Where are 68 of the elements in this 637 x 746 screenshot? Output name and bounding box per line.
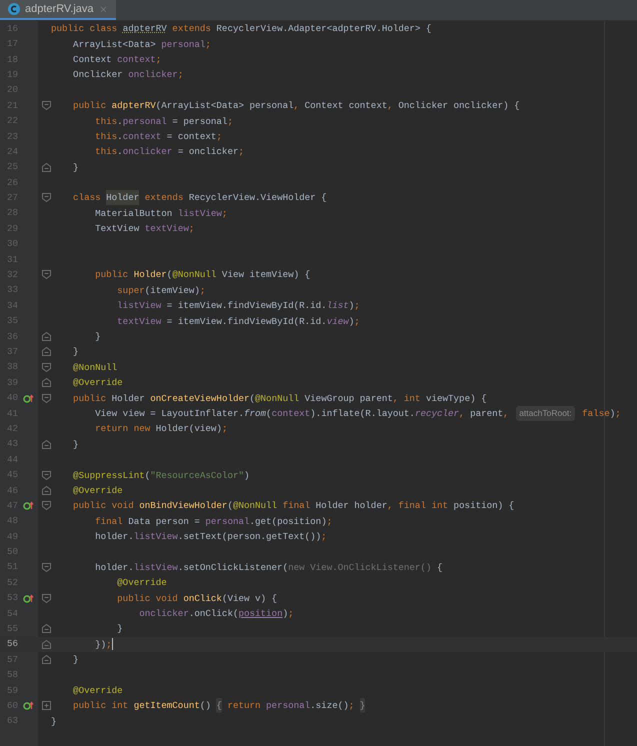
fold-start-icon[interactable] (42, 362, 51, 372)
close-icon[interactable] (98, 4, 108, 14)
fold-end-icon[interactable] (42, 640, 51, 649)
fold-start-icon[interactable] (42, 562, 51, 572)
fold-end-icon[interactable] (42, 486, 51, 495)
fold-start-icon[interactable] (42, 501, 51, 510)
override-marker-icon[interactable] (23, 594, 34, 603)
fold-start-icon[interactable] (42, 394, 51, 403)
code-text: public Holder(@NonNull View itemView) { (94, 268, 310, 282)
code-text: holder.listView.setText(person.getText()); (94, 530, 327, 544)
code-text: @Override (72, 376, 123, 390)
file-tab[interactable]: adpterRV.java (0, 0, 116, 20)
code-text: Context context; (72, 52, 162, 67)
code-text: ArrayList<Data> personal; (72, 38, 211, 52)
fold-end-icon[interactable] (42, 162, 51, 172)
code-text: class Holder extends RecyclerView.ViewHolder { (72, 190, 327, 206)
code-text: listView = itemView.findViewById(R.id.list); (116, 299, 360, 314)
override-marker-icon[interactable] (23, 501, 34, 510)
fold-end-icon[interactable] (42, 655, 51, 664)
code-text: @Override (72, 684, 123, 698)
fold-start-icon[interactable] (42, 193, 51, 202)
code-text: textView = itemView.findViewById(R.id.view); (116, 314, 360, 329)
text-caret (112, 638, 113, 650)
fold-start-icon[interactable] (42, 470, 51, 480)
fold-start-icon[interactable] (42, 270, 51, 280)
code-text: this.context = context; (94, 130, 222, 144)
code-text: holder.listView.setOnClickListener(new View.OnClickListener() { (94, 560, 442, 575)
code-text: } (94, 330, 101, 344)
code-text: @Override (72, 484, 123, 498)
code-text: this.personal = personal; (94, 114, 233, 129)
code-text: final Data person = personal.get(position); (94, 514, 332, 529)
code-text: } (51, 714, 57, 729)
code-text: public void onClick(View v) { (116, 592, 278, 606)
fold-end-icon[interactable] (42, 440, 51, 449)
code-text: }); (94, 637, 113, 652)
code-text: MaterialButton listView; (94, 206, 228, 221)
code-text: } (72, 438, 79, 452)
fold-expand-icon[interactable] (42, 701, 51, 710)
code-text: public Holder onCreateViewHolder(@NonNull ViewGroup parent, int viewType) { (72, 392, 487, 406)
fold-start-icon[interactable] (42, 101, 51, 110)
code-text: return new Holder(view); (94, 422, 228, 436)
code-text: public adpterRV(ArrayList<Data> personal, Context context, Onclicker onclicker) { (72, 99, 520, 114)
code-text: @NonNull (72, 360, 118, 375)
code-text: public class adpterRV extends RecyclerView.Adapter<adpterRV.Holder> { (51, 22, 432, 36)
fold-end-icon[interactable] (42, 332, 51, 341)
code-text: TextView textView; (94, 222, 194, 236)
code-text: super(itemView); (116, 284, 206, 298)
fold-end-icon[interactable] (42, 624, 51, 634)
fold-start-icon[interactable] (42, 594, 51, 603)
code-text: public void onBindViewHolder(@NonNull final Holder holder, final int position) { (72, 499, 514, 514)
code-text: } (72, 345, 79, 360)
java-class-icon (8, 3, 20, 15)
code-text: } (72, 160, 79, 175)
tab-title: adpterRV.java (25, 2, 94, 17)
code-text: onclicker.onClick(position); (138, 607, 294, 622)
code-text: } (116, 622, 123, 636)
line-number: 56 (6, 637, 20, 652)
code-text: @Override (116, 576, 167, 590)
code-text: public int getItemCount() { return personal.size(); } (72, 698, 366, 714)
override-marker-icon[interactable] (23, 701, 34, 710)
fold-end-icon[interactable] (42, 347, 51, 356)
fold-end-icon[interactable] (42, 378, 51, 388)
code-text: View view = LayoutInflater.from(context).inflate(R.layout.recycler, parent, attachToRoot: false); (94, 406, 621, 421)
code-text: this.onclicker = onclicker; (94, 145, 244, 160)
code-text: Onclicker onclicker; (72, 68, 184, 82)
override-marker-icon[interactable] (23, 394, 34, 403)
code-text: } (72, 653, 79, 668)
code-text: @SuppressLint("ResourceAsColor") (72, 468, 250, 483)
